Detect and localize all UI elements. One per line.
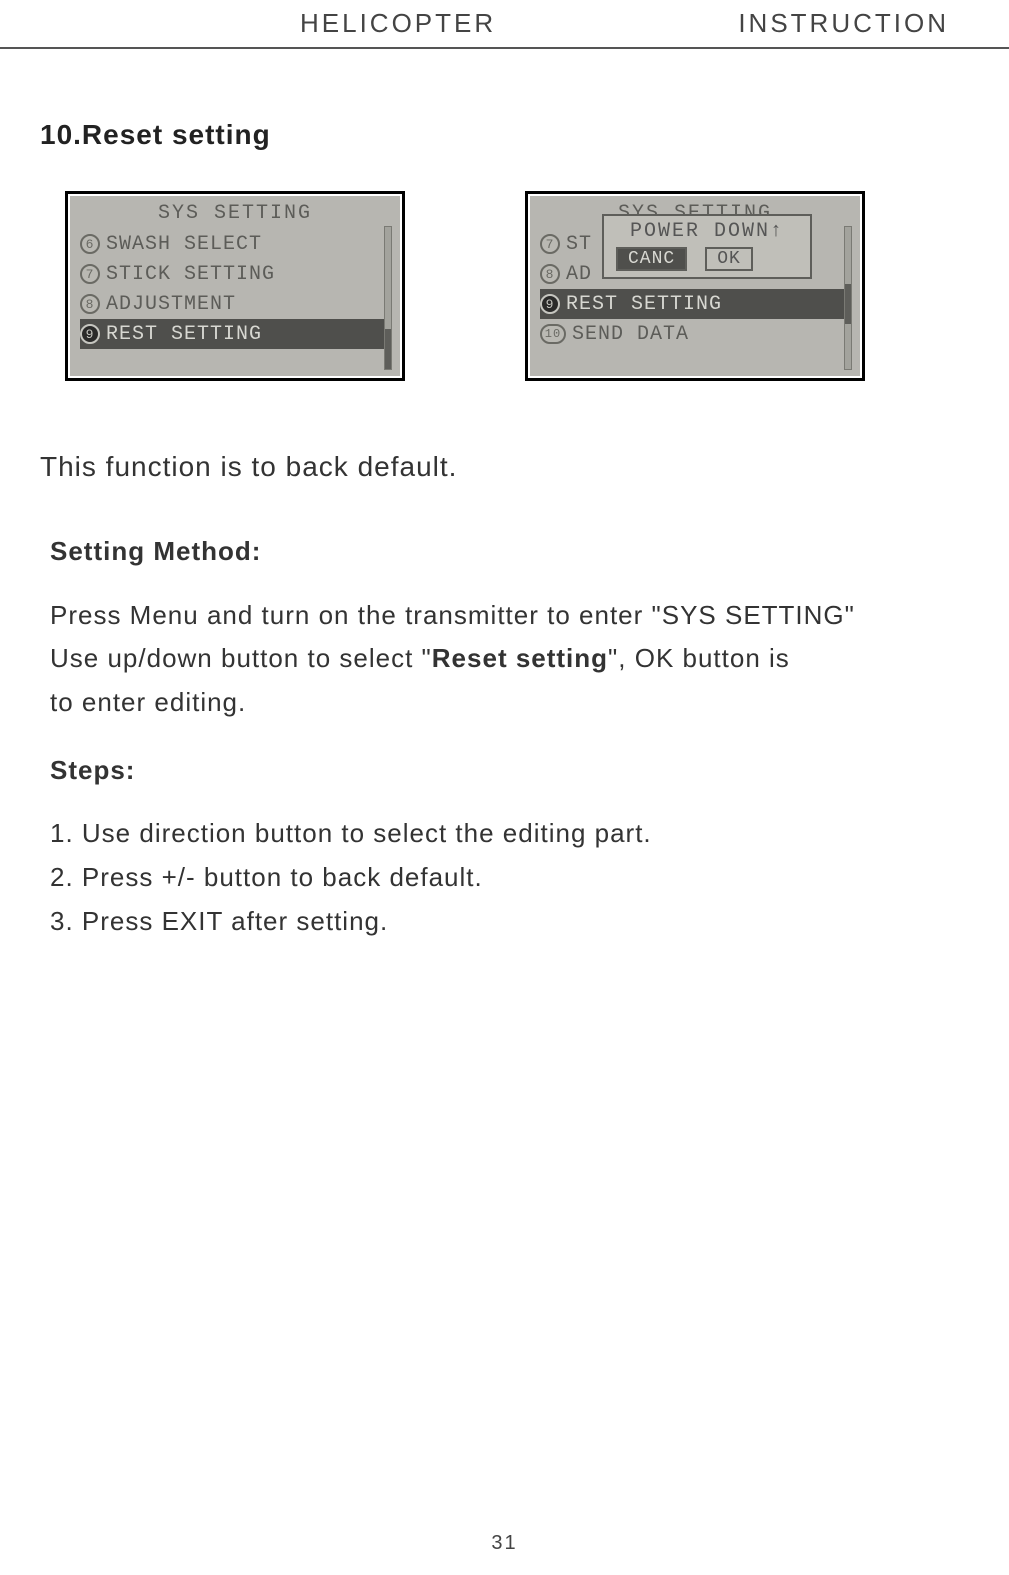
lcd1-label-9: REST SETTING (106, 323, 262, 346)
setting-method-heading: Setting Method: (50, 533, 1009, 571)
lcd2-label-8: AD (566, 263, 592, 286)
intro-text: This function is to back default. (40, 451, 1009, 483)
lcd2-dialog-title: POWER DOWN↑ (610, 220, 804, 243)
lcd1-scrollbar (384, 226, 392, 370)
lcd2-num-7: 7 (540, 234, 560, 254)
lcd2-label-7: ST (566, 233, 592, 256)
lcd1-num-9: 9 (80, 324, 100, 344)
steps-heading: Steps: (50, 752, 1009, 790)
lcd2-item-10: 10 SEND DATA (540, 319, 850, 349)
header-left: HELICOPTER (300, 8, 496, 39)
step-1: 1. Use direction button to select the ed… (50, 815, 1009, 853)
lcd1-num-7: 7 (80, 264, 100, 284)
lcd2-dialog-ok: OK (705, 247, 753, 271)
lcd1-item-8: 8 ADJUSTMENT (80, 289, 390, 319)
lcd-screenshot-2: SYS SETTING 7 ST 8 AD 9 REST SETTING 10 … (525, 191, 865, 381)
header-right: INSTRUCTION (738, 8, 949, 39)
lcd2-label-10: SEND DATA (572, 323, 689, 346)
lcd2-num-9: 9 (540, 294, 560, 314)
method-line-2: Use up/down button to select "Reset sett… (50, 640, 1009, 678)
lcd-screenshot-1: SYS SETTING 6 SWASH SELECT 7 STICK SETTI… (65, 191, 405, 381)
lcd1-num-8: 8 (80, 294, 100, 314)
method-line-1: Press Menu and turn on the transmitter t… (50, 597, 1009, 635)
lcd1-item-7: 7 STICK SETTING (80, 259, 390, 289)
page-number: 31 (491, 1532, 517, 1555)
lcd2-item-9: 9 REST SETTING (540, 289, 850, 319)
lcd1-item-6: 6 SWASH SELECT (80, 229, 390, 259)
lcd2-num-10: 10 (540, 324, 566, 344)
method-line-3: to enter editing. (50, 684, 1009, 722)
lcd2-label-9: REST SETTING (566, 293, 722, 316)
lcd1-num-6: 6 (80, 234, 100, 254)
section-title: 10.Reset setting (40, 119, 1009, 151)
step-2: 2. Press +/- button to back default. (50, 859, 1009, 897)
lcd1-title: SYS SETTING (80, 202, 390, 225)
lcd1-label-8: ADJUSTMENT (106, 293, 236, 316)
lcd2-num-8: 8 (540, 264, 560, 284)
lcd2-scrollbar (844, 226, 852, 370)
lcd2-dialog-canc: CANC (616, 247, 687, 271)
lcd1-item-9: 9 REST SETTING (80, 319, 390, 349)
step-3: 3. Press EXIT after setting. (50, 903, 1009, 941)
lcd1-label-6: SWASH SELECT (106, 233, 262, 256)
lcd2-dialog: POWER DOWN↑ CANC OK (602, 214, 812, 279)
lcd1-label-7: STICK SETTING (106, 263, 275, 286)
